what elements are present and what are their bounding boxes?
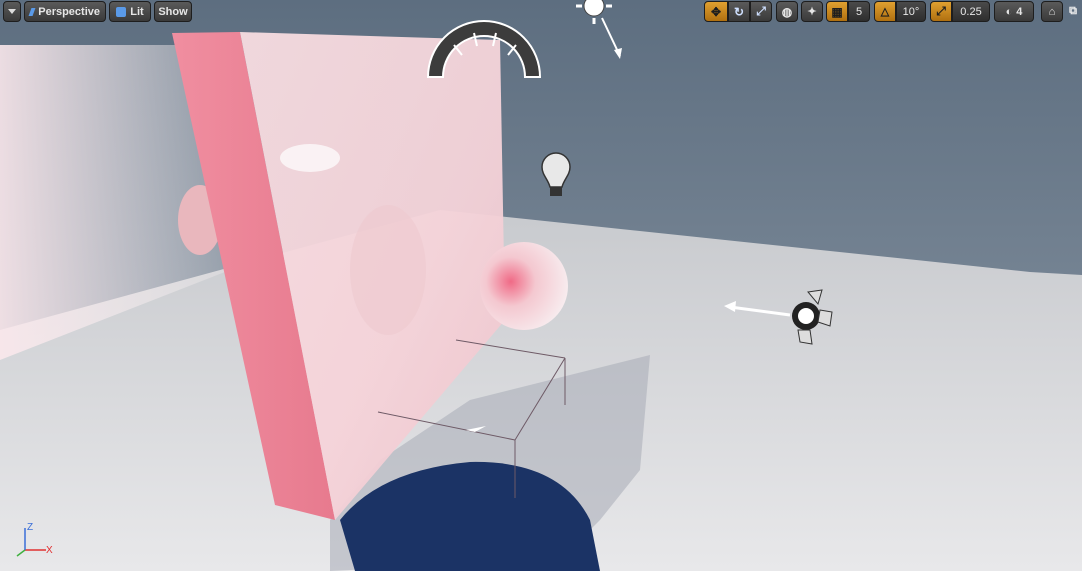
lighting-mode-label: Lit [130,5,144,18]
rotation-snap-value[interactable]: 10° [896,1,926,22]
lit-sphere-icon [116,6,127,17]
rotate-icon: ↻ [733,4,745,19]
pink-sphere-mesh[interactable] [480,242,568,330]
camera-speed-button[interactable]: ◐ 4 [994,1,1034,22]
grid-snap-value[interactable]: 5 [848,1,870,22]
grid-snap-toggle[interactable]: ▦ [826,1,848,22]
lit-button[interactable]: Lit [109,1,151,22]
show-button[interactable]: Show [154,1,192,22]
angle-icon: △ [880,6,890,18]
globe-icon: ◍ [781,4,793,19]
scale-icon: ⤢ [756,4,766,18]
restore-viewport-button[interactable]: ⧉ [1066,1,1080,22]
scale-snap-toggle[interactable]: ⤢ [930,1,952,22]
view-mode-label: Perspective [38,5,100,18]
grid-snap-value-label: 5 [855,5,863,18]
viewport-options-button[interactable] [3,1,21,22]
scale-snap-icon: ⤢ [936,4,946,18]
sphere-reflection [350,205,426,335]
surface-snap-button[interactable]: ✦ [801,1,823,22]
level-viewport[interactable]: X Z Perspective Lit Show ✥ ↻ ⤢ ◍ ✦ ▦ 5 △… [0,0,1082,571]
translate-mode-button[interactable]: ✥ [704,1,728,22]
show-label: Show [158,5,188,18]
maximize-icon: ⌂ [1048,5,1056,18]
perspective-button[interactable]: Perspective [24,1,106,22]
viewport-toolbar-left: Perspective Lit Show [3,0,195,23]
world-local-toggle[interactable]: ◍ [776,1,798,22]
axis-z-label: Z [27,522,33,533]
restore-icon: ⧉ [1069,5,1077,17]
scene-render[interactable]: X Z [0,0,1082,571]
camera-speed-value-label: 4 [1016,5,1023,18]
viewport-toolbar-right: ✥ ↻ ⤢ ◍ ✦ ▦ 5 △ 10° ⤢ 0.25 ◐ 4 ⌂ ⧉ [704,0,1082,23]
rotation-snap-value-label: 10° [902,5,920,18]
grid-icon: ▦ [831,4,843,19]
camera-icon [28,7,36,16]
surface-snap-icon: ✦ [807,6,817,18]
scale-snap-value-label: 0.25 [960,5,982,18]
camera-speed-icon: ◐ [1005,5,1013,18]
axis-x-label: X [46,545,53,556]
wall-highlight [280,144,340,172]
maximize-viewport-button[interactable]: ⌂ [1041,1,1063,22]
rotation-snap-toggle[interactable]: △ [874,1,896,22]
chevron-down-icon [8,9,16,14]
scale-mode-button[interactable]: ⤢ [750,1,772,22]
scale-snap-value[interactable]: 0.25 [952,1,990,22]
rotate-mode-button[interactable]: ↻ [728,1,750,22]
move-icon: ✥ [710,4,722,19]
